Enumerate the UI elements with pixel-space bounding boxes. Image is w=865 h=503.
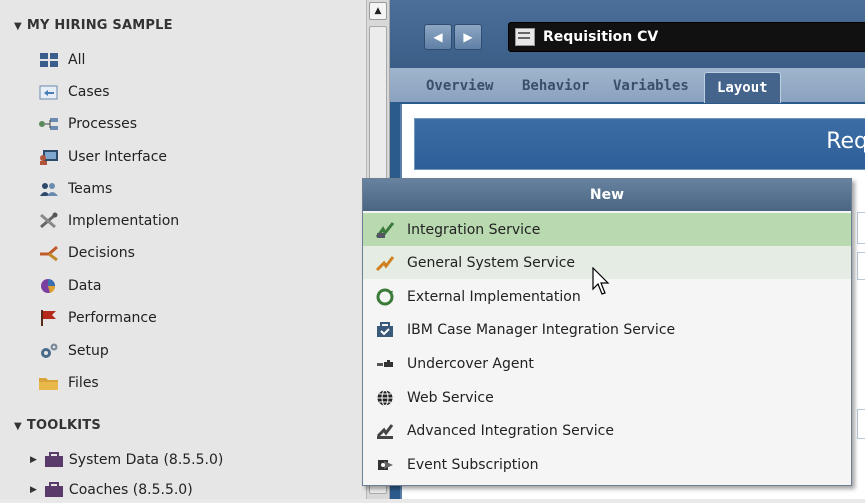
gears-icon	[38, 342, 60, 360]
implementation-icon	[38, 212, 60, 230]
editor-tabs: Overview Behavior Variables Layout	[390, 68, 865, 103]
library-item-user-interface[interactable]: User Interface	[38, 144, 167, 170]
artifact-title: Requisition CV	[543, 29, 659, 45]
tab-variables[interactable]: Variables	[613, 78, 689, 94]
new-menu-popup: New Integration Service General System S…	[362, 178, 852, 486]
canvas-control	[857, 252, 865, 280]
library-item-label: Implementation	[68, 213, 180, 229]
library-item-setup[interactable]: Setup	[38, 338, 109, 364]
globe-icon	[375, 389, 395, 407]
user-interface-icon	[38, 148, 60, 166]
menu-item-undercover-agent[interactable]: Undercover Agent	[363, 347, 851, 380]
menu-item-label: General System Service	[407, 254, 576, 271]
menu-item-label: Web Service	[407, 389, 494, 406]
expand-arrow-icon[interactable]: ▶	[30, 485, 37, 495]
tab-behavior[interactable]: Behavior	[522, 78, 589, 94]
menu-item-label: Event Subscription	[407, 456, 539, 473]
toolkit-box-icon	[43, 452, 65, 468]
canvas-control	[857, 409, 865, 439]
library-item-label: Processes	[68, 116, 138, 132]
menu-item-integration-service[interactable]: Integration Service	[363, 213, 851, 246]
integration-service-icon	[375, 221, 395, 239]
library-panel: ▼ MY HIRING SAMPLE All Cases Processes Us…	[0, 0, 370, 499]
library-item-implementation[interactable]: Implementation	[38, 208, 179, 234]
toolkit-box-icon	[43, 482, 65, 498]
cases-icon	[38, 83, 60, 101]
artifact-title-bar: Requisition CV	[508, 22, 865, 52]
menu-item-label: Undercover Agent	[407, 355, 534, 372]
toolkits-header[interactable]: ▼ TOOLKITS	[14, 418, 101, 433]
undercover-agent-icon	[375, 355, 395, 373]
project-title: MY HIRING SAMPLE	[26, 18, 173, 33]
collapse-triangle-icon[interactable]: ▼	[14, 21, 22, 32]
general-system-service-icon	[375, 254, 395, 272]
library-item-label: Performance	[68, 310, 157, 326]
mouse-cursor-icon	[592, 267, 610, 295]
case-manager-icon	[375, 321, 395, 339]
data-icon	[38, 277, 60, 295]
library-item-label: User Interface	[68, 149, 168, 165]
grid-icon	[38, 51, 60, 69]
banner-text: Req	[826, 129, 865, 154]
expand-arrow-icon[interactable]: ▶	[30, 455, 37, 465]
menu-item-event-subscription[interactable]: Event Subscription	[363, 448, 851, 481]
popup-title: New	[363, 179, 851, 211]
library-item-all[interactable]: All	[38, 47, 85, 73]
processes-icon	[38, 115, 60, 133]
library-item-performance[interactable]: Performance	[38, 305, 157, 331]
event-subscription-icon	[375, 456, 395, 474]
menu-item-web-service[interactable]: Web Service	[363, 381, 851, 414]
folder-icon	[38, 374, 60, 392]
decisions-icon	[38, 244, 60, 262]
toolkits-title: TOOLKITS	[26, 418, 101, 433]
toolkit-item[interactable]: ▶ Coaches (8.5.5.0)	[30, 477, 193, 503]
back-button[interactable]: ◀	[424, 24, 452, 50]
menu-item-label: External Implementation	[407, 288, 581, 305]
library-item-label: Setup	[68, 343, 109, 359]
menu-item-case-manager-integration-service[interactable]: IBM Case Manager Integration Service	[363, 313, 851, 346]
toolkit-item[interactable]: ▶ System Data (8.5.5.0)	[30, 447, 223, 473]
tab-overview[interactable]: Overview	[426, 78, 493, 94]
library-item-decisions[interactable]: Decisions	[38, 240, 135, 266]
toolkit-label: System Data (8.5.5.0)	[68, 452, 224, 468]
toolkit-label: Coaches (8.5.5.0)	[68, 482, 193, 498]
collapse-triangle-icon[interactable]: ▼	[14, 421, 22, 432]
library-item-label: All	[68, 52, 86, 68]
library-item-label: Teams	[68, 181, 113, 197]
library-item-label: Files	[68, 375, 99, 391]
library-item-cases[interactable]: Cases	[38, 79, 110, 105]
editor-header: ◀ ▶ Requisition CV	[390, 0, 865, 68]
library-item-data[interactable]: Data	[38, 273, 101, 299]
arrow-right-icon: ▶	[463, 30, 473, 44]
coach-banner: Req	[414, 118, 865, 170]
teams-icon	[38, 180, 60, 198]
menu-item-label: IBM Case Manager Integration Service	[407, 321, 676, 338]
library-item-label: Data	[68, 278, 102, 294]
tab-layout[interactable]: Layout	[704, 72, 781, 103]
document-icon	[515, 28, 535, 46]
library-item-teams[interactable]: Teams	[38, 176, 112, 202]
canvas-control	[857, 212, 865, 244]
forward-button[interactable]: ▶	[454, 24, 482, 50]
library-item-processes[interactable]: Processes	[38, 111, 137, 137]
external-implementation-icon	[375, 288, 395, 306]
arrow-left-icon: ◀	[433, 30, 443, 44]
flag-icon	[38, 309, 60, 327]
advanced-integration-icon	[375, 422, 395, 440]
scroll-up-arrow-icon[interactable]: ▲	[369, 2, 387, 20]
library-item-label: Cases	[68, 84, 110, 100]
library-item-files[interactable]: Files	[38, 370, 99, 396]
menu-item-advanced-integration-service[interactable]: Advanced Integration Service	[363, 414, 851, 447]
project-header[interactable]: ▼ MY HIRING SAMPLE	[14, 18, 173, 33]
library-item-label: Decisions	[68, 245, 135, 261]
menu-item-label: Integration Service	[407, 221, 541, 238]
menu-item-label: Advanced Integration Service	[407, 422, 614, 439]
